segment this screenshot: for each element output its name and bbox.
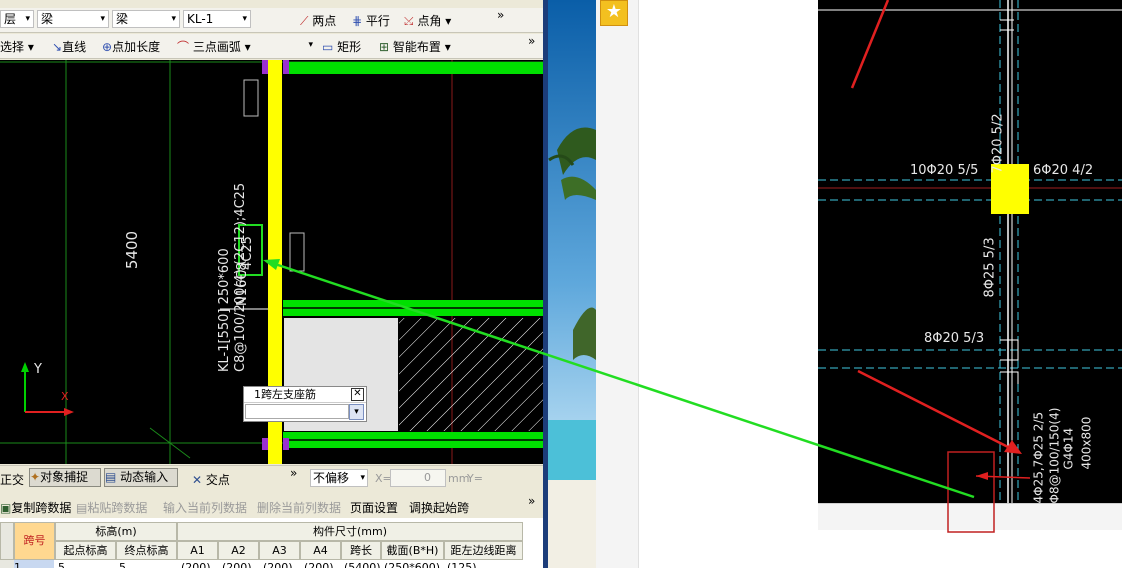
- green-arrow: [271, 261, 975, 499]
- annotation-overlay: [263, 0, 1031, 533]
- red-highlight-box: [947, 451, 995, 533]
- red-arrow-top: [850, 0, 890, 89]
- red-arrow-bottom: [857, 369, 1011, 450]
